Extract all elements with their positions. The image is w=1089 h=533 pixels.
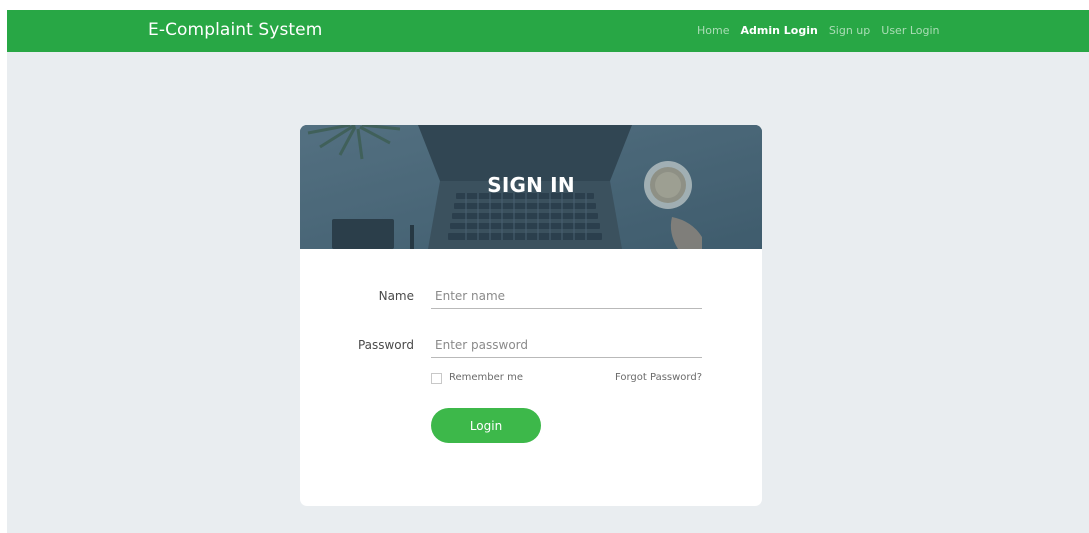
page-background: E-Complaint System Home Admin Login Sign… xyxy=(7,10,1089,533)
nav-link-sign-up[interactable]: Sign up xyxy=(829,24,870,37)
nav-links: Home Admin Login Sign up User Login xyxy=(697,24,951,37)
nav-link-home[interactable]: Home xyxy=(697,24,729,37)
password-input[interactable] xyxy=(431,332,702,358)
sign-in-card: SIGN IN Name Password Remember me Forgot… xyxy=(300,125,762,506)
nav-link-user-login[interactable]: User Login xyxy=(881,24,939,37)
forgot-password-link[interactable]: Forgot Password? xyxy=(615,372,702,383)
brand-title[interactable]: E-Complaint System xyxy=(148,20,322,40)
hero-banner: SIGN IN xyxy=(300,125,762,249)
password-label: Password xyxy=(357,338,414,352)
navbar: E-Complaint System Home Admin Login Sign… xyxy=(7,10,1089,52)
remember-me-checkbox[interactable] xyxy=(431,373,442,384)
login-button[interactable]: Login xyxy=(431,408,541,443)
nav-link-admin-login[interactable]: Admin Login xyxy=(740,24,817,37)
name-input[interactable] xyxy=(431,283,702,309)
remember-me-label[interactable]: Remember me xyxy=(449,372,523,383)
name-label: Name xyxy=(378,289,414,303)
sign-in-title: SIGN IN xyxy=(487,173,575,197)
